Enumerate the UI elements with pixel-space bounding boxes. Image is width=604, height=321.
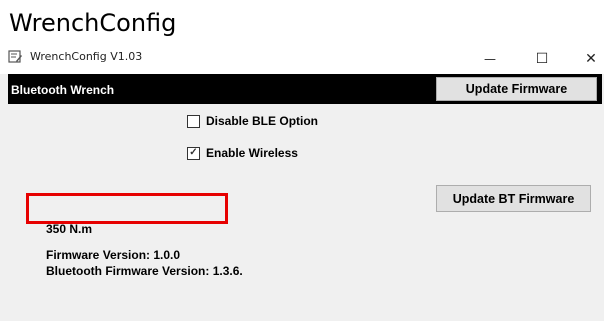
torque-value: 350 N.m bbox=[46, 222, 93, 236]
window-title: WrenchConfig V1.03 bbox=[30, 50, 143, 63]
enable-wireless-checkbox[interactable]: ✓ Enable Wireless bbox=[187, 146, 298, 160]
header-title: Bluetooth Wrench bbox=[11, 83, 115, 97]
minimize-button[interactable]: — bbox=[477, 48, 503, 70]
maximize-icon: ☐ bbox=[535, 51, 549, 67]
disable-ble-label: Disable BLE Option bbox=[206, 114, 319, 128]
update-firmware-button[interactable]: Update Firmware bbox=[436, 77, 597, 101]
firmware-version: Firmware Version: 1.0.0 bbox=[46, 248, 181, 262]
close-button[interactable]: ✕ bbox=[578, 48, 604, 70]
minimize-icon: — bbox=[484, 52, 496, 66]
enable-wireless-label: Enable Wireless bbox=[206, 146, 298, 160]
close-icon: ✕ bbox=[585, 51, 597, 67]
title-bar: WrenchConfig V1.03 — ☐ ✕ bbox=[0, 44, 604, 74]
maximize-button[interactable]: ☐ bbox=[529, 48, 555, 70]
bluetooth-firmware-version: Bluetooth Firmware Version: 1.3.6. bbox=[46, 264, 243, 278]
annotation-highlight-box bbox=[26, 193, 228, 224]
checkbox-box bbox=[187, 114, 200, 128]
update-bt-firmware-button[interactable]: Update BT Firmware bbox=[436, 185, 591, 212]
document-heading: WrenchConfig bbox=[9, 9, 177, 37]
app-window: WrenchConfig V1.03 — ☐ ✕ Bluetooth Wrenc… bbox=[0, 44, 604, 321]
disable-ble-checkbox[interactable]: Disable BLE Option bbox=[187, 114, 318, 128]
header-band: Bluetooth Wrench Update Firmware bbox=[8, 74, 602, 104]
app-icon bbox=[8, 50, 22, 63]
checkbox-checked-icon: ✓ bbox=[187, 146, 200, 160]
